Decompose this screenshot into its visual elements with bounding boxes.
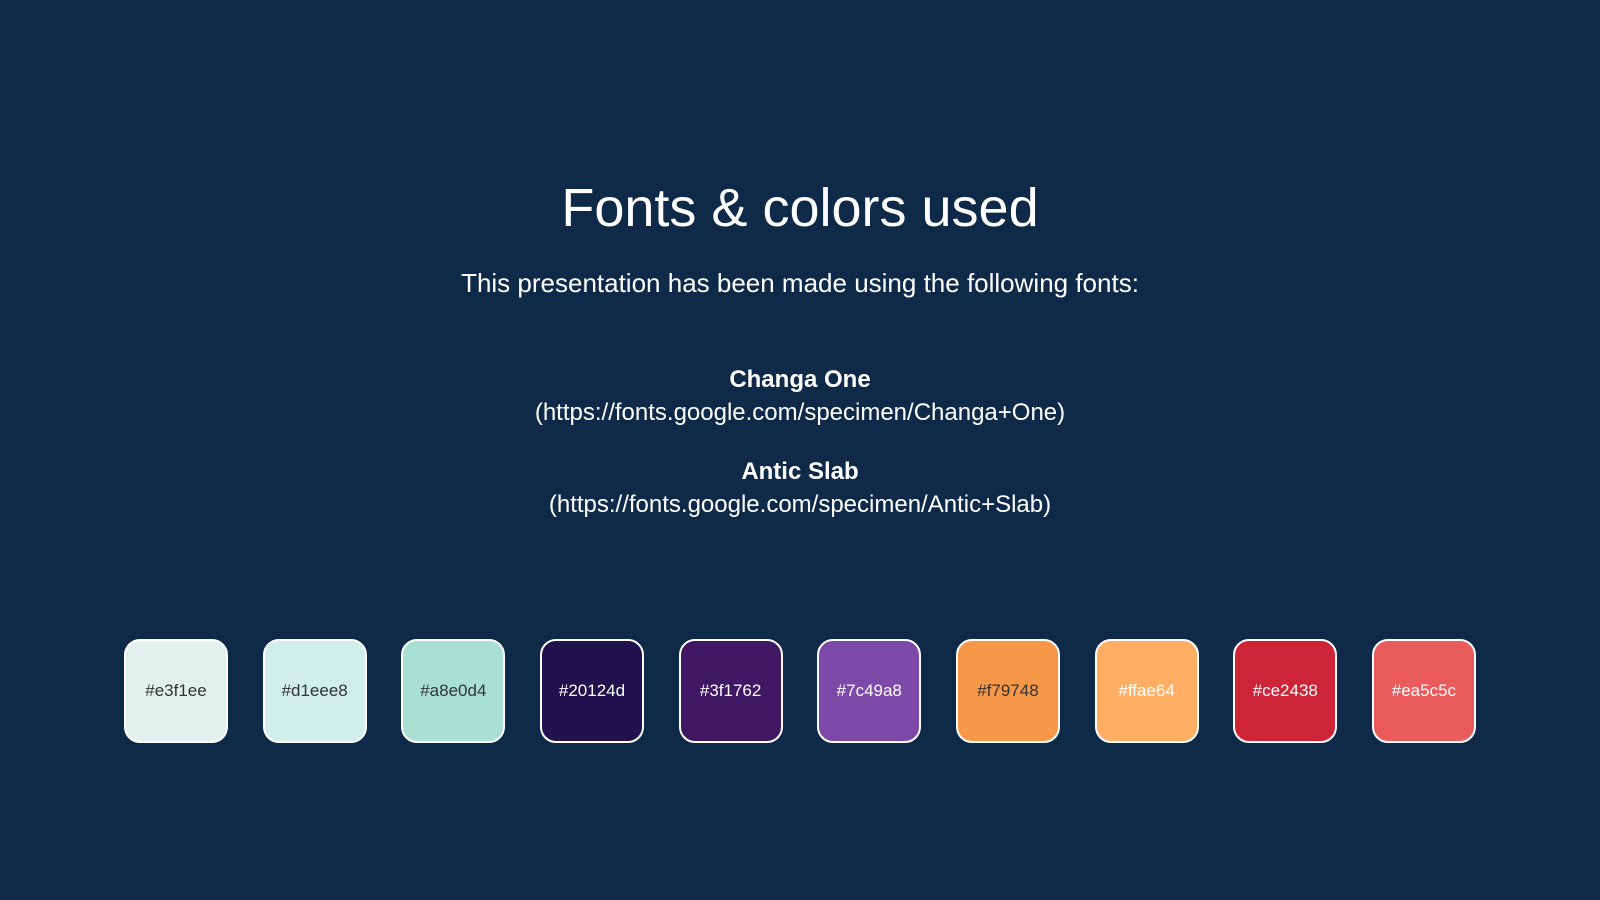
font-name: Changa One	[729, 366, 871, 393]
slide-subtitle: This presentation has been made using th…	[461, 268, 1139, 298]
color-swatch: #e3f1ee	[124, 639, 228, 743]
color-swatch: #ce2438	[1233, 639, 1338, 743]
color-palette: #e3f1ee #d1eee8 #a8e0d4 #20124d #3f1762 …	[124, 639, 1476, 743]
slide-title: Fonts & colors used	[561, 178, 1039, 238]
color-swatch: #f79748	[955, 639, 1060, 743]
color-swatch: #ea5c5c	[1371, 639, 1476, 743]
color-swatch: #7c49a8	[817, 639, 922, 743]
font-url: (https://fonts.google.com/specimen/Antic…	[548, 491, 1052, 518]
color-swatch: #ffae64	[1094, 639, 1199, 743]
font-entry-antic-slab: Antic Slab (https://fonts.google.com/spe…	[0, 456, 1600, 522]
font-entry-changa-one: Changa One (https://fonts.google.com/spe…	[0, 364, 1600, 430]
font-name: Antic Slab	[741, 458, 859, 485]
color-swatch: #d1eee8	[262, 639, 367, 743]
color-swatch: #20124d	[539, 639, 644, 743]
font-url: (https://fonts.google.com/specimen/Chang…	[534, 399, 1066, 426]
color-swatch: #a8e0d4	[401, 639, 506, 743]
color-swatch: #3f1762	[678, 639, 783, 743]
